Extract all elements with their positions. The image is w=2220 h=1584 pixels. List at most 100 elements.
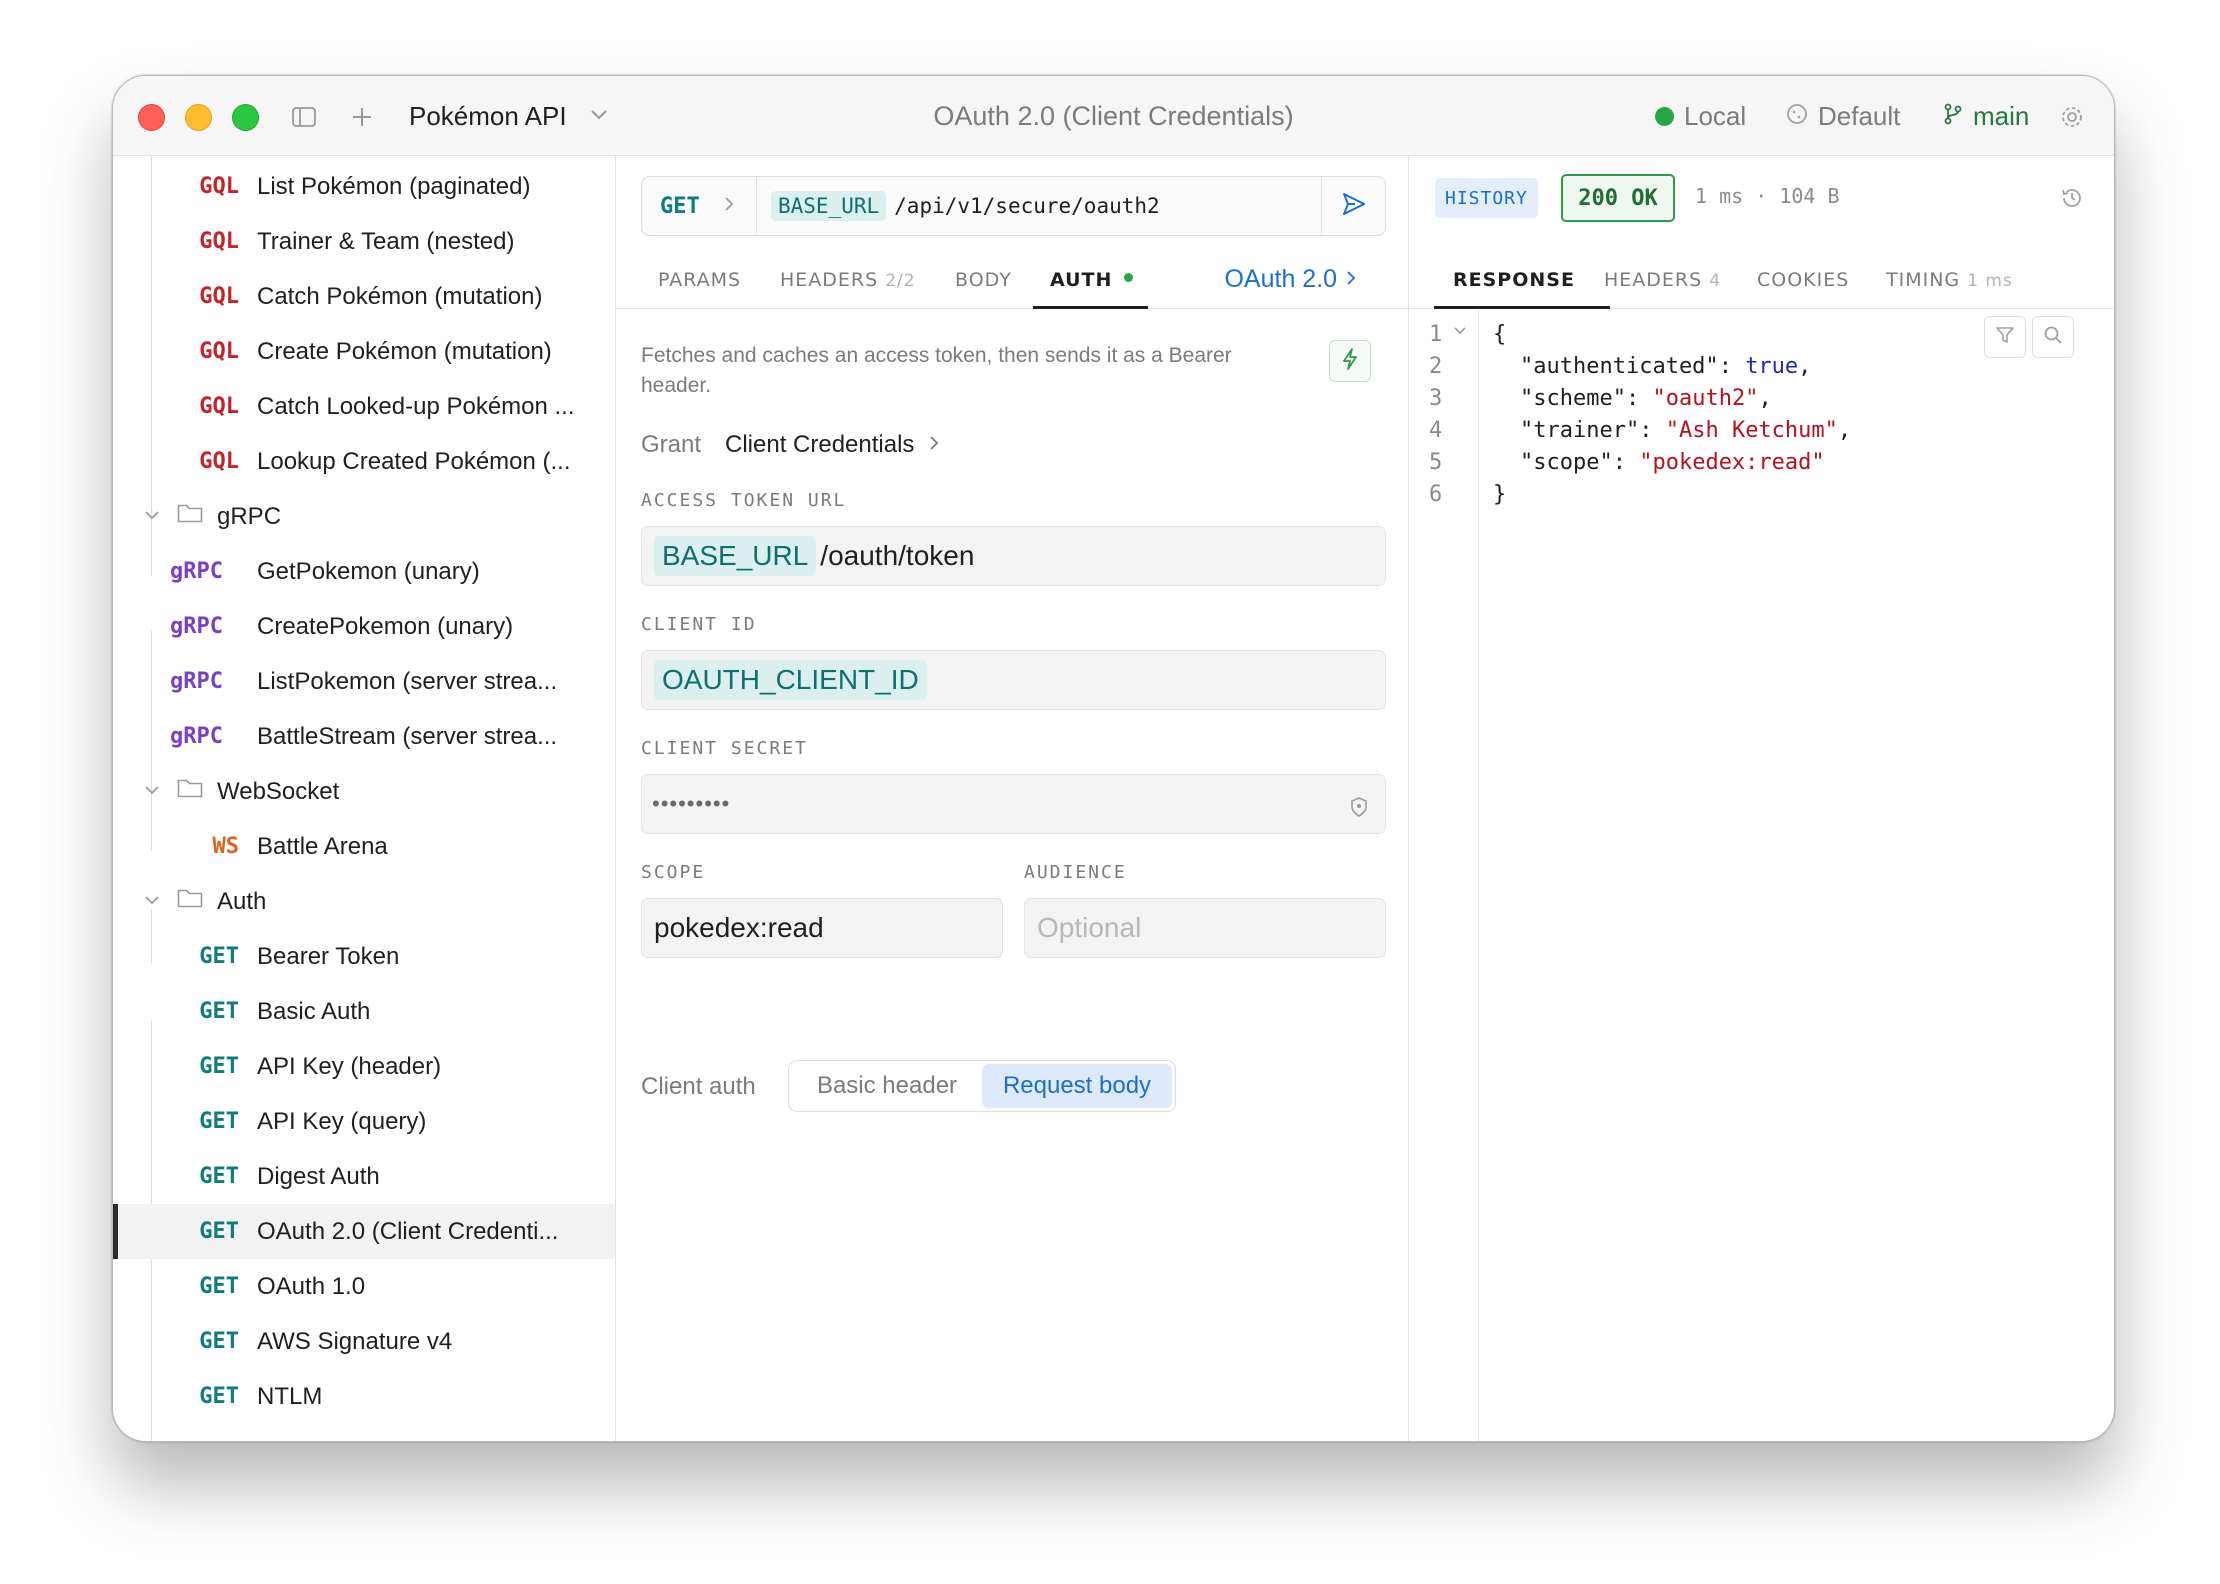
chevron-right-icon[interactable] bbox=[722, 195, 736, 218]
tab-timing[interactable]: TIMING 1 ms bbox=[1886, 269, 2013, 291]
method-badge: GET bbox=[199, 1109, 239, 1134]
sidebar-item-trainer-team[interactable]: GQL Trainer & Team (nested) bbox=[113, 214, 615, 269]
sidebar-item-api-key-header[interactable]: GET API Key (header) bbox=[113, 1039, 615, 1094]
sidebar-folder-grpc[interactable]: gRPC bbox=[113, 489, 615, 544]
sidebar-item-lookup-created[interactable]: GQL Lookup Created Pokémon (... bbox=[113, 434, 615, 489]
sidebar-item-battle-arena[interactable]: WS Battle Arena bbox=[113, 819, 615, 874]
method-badge: GQL bbox=[199, 284, 239, 309]
method-badge: GQL bbox=[199, 339, 239, 364]
tab-count: 1 ms bbox=[1967, 271, 2013, 291]
chevron-down-icon[interactable] bbox=[143, 888, 161, 916]
sidebar-item-bearer-token[interactable]: GET Bearer Token bbox=[113, 929, 615, 984]
sidebar-item-label: Lookup Created Pokémon (... bbox=[257, 447, 571, 475]
client-id-input[interactable]: OAUTH_CLIENT_ID bbox=[641, 650, 1386, 710]
fetch-token-button[interactable] bbox=[1329, 340, 1371, 382]
json-key: "trainer" bbox=[1520, 418, 1640, 443]
access-token-url-input[interactable]: BASE_URL /oauth/token bbox=[641, 526, 1386, 586]
method-selector[interactable]: GET bbox=[642, 194, 722, 219]
option-basic-header[interactable]: Basic header bbox=[792, 1064, 982, 1108]
line-number: 4 bbox=[1429, 418, 1443, 443]
sidebar-item-api-key-query[interactable]: GET API Key (query) bbox=[113, 1094, 615, 1149]
option-request-body[interactable]: Request body bbox=[982, 1064, 1172, 1108]
code-line: { bbox=[1493, 322, 1506, 347]
tab-cookies[interactable]: COOKIES bbox=[1757, 269, 1849, 291]
method-badge: GET bbox=[199, 1054, 239, 1079]
scope-input[interactable]: pokedex:read bbox=[641, 898, 1003, 958]
sidebar-item-ntlm[interactable]: GET NTLM bbox=[113, 1369, 615, 1424]
filter-icon bbox=[1995, 325, 2015, 350]
url-path[interactable]: /api/v1/secure/oauth2 bbox=[894, 194, 1160, 218]
send-icon bbox=[1341, 191, 1367, 222]
sidebar-item-catch-looked-up[interactable]: GQL Catch Looked-up Pokémon ... bbox=[113, 379, 615, 434]
grant-selector[interactable]: Client Credentials bbox=[725, 431, 941, 459]
json-value: "pokedex:read" bbox=[1639, 450, 1825, 475]
client-secret-input[interactable]: ••••••••• bbox=[641, 774, 1386, 834]
sidebar-item-catch-pokemon[interactable]: GQL Catch Pokémon (mutation) bbox=[113, 269, 615, 324]
history-button[interactable]: HISTORY bbox=[1435, 178, 1538, 218]
method-badge: GQL bbox=[199, 449, 239, 474]
sidebar-folder-auth[interactable]: Auth bbox=[113, 874, 615, 929]
auth-type-selector[interactable]: OAuth 2.0 bbox=[1224, 265, 1358, 294]
sidebar-item-label: AWS Signature v4 bbox=[257, 1327, 453, 1355]
method-badge: GET bbox=[199, 1164, 239, 1189]
response-pane: HISTORY 200 OK 1 ms · 104 B RESPONSE HEA… bbox=[1409, 156, 2114, 1441]
sidebar-item-create-pokemon[interactable]: GQL Create Pokémon (mutation) bbox=[113, 324, 615, 379]
client-id-variable: OAUTH_CLIENT_ID bbox=[654, 660, 927, 700]
fold-chevron-icon[interactable] bbox=[1453, 324, 1467, 343]
folder-label: WebSocket bbox=[217, 777, 340, 805]
sidebar-folder-websocket[interactable]: WebSocket bbox=[113, 764, 615, 819]
history-clock-icon[interactable] bbox=[2060, 186, 2084, 215]
code-line: "scheme": "oauth2", bbox=[1520, 386, 1772, 411]
method-badge: GET bbox=[199, 1384, 239, 1409]
sidebar-item-battlestream[interactable]: gRPC BattleStream (server strea... bbox=[113, 709, 615, 764]
response-meta: 1 ms · 104 B bbox=[1695, 184, 1840, 208]
json-key: "scheme" bbox=[1520, 386, 1626, 411]
sidebar-item-label: BattleStream (server strea... bbox=[257, 722, 558, 750]
filter-button[interactable] bbox=[1984, 316, 2026, 358]
branch-selector[interactable]: main bbox=[1943, 101, 2029, 132]
chevron-down-icon[interactable] bbox=[143, 503, 161, 531]
title-bar: Pokémon API OAuth 2.0 (Client Credential… bbox=[113, 76, 2114, 156]
tab-headers[interactable]: HEADERS 2/2 bbox=[780, 269, 916, 291]
active-tab-indicator bbox=[1434, 306, 1610, 309]
sidebar-item-getpokemon[interactable]: gRPC GetPokemon (unary) bbox=[113, 544, 615, 599]
method-badge: gRPC bbox=[170, 724, 223, 749]
method-badge: gRPC bbox=[170, 614, 223, 639]
tab-response[interactable]: RESPONSE bbox=[1453, 269, 1575, 291]
folder-icon bbox=[177, 887, 203, 916]
profile-selector[interactable]: Default bbox=[1786, 101, 1900, 132]
sidebar-item-aws-signature[interactable]: GET AWS Signature v4 bbox=[113, 1314, 615, 1369]
sidebar-item-digest-auth[interactable]: GET Digest Auth bbox=[113, 1149, 615, 1204]
git-branch-icon bbox=[1943, 101, 1963, 132]
folder-label: gRPC bbox=[217, 502, 282, 530]
tab-auth[interactable]: AUTH bbox=[1050, 269, 1134, 291]
scope-value: pokedex:read bbox=[654, 912, 824, 943]
shield-icon[interactable] bbox=[1349, 793, 1369, 825]
auth-type-label: OAuth 2.0 bbox=[1224, 265, 1338, 293]
sidebar-item-listpokemon[interactable]: gRPC ListPokemon (server strea... bbox=[113, 654, 615, 709]
audience-input[interactable]: Optional bbox=[1024, 898, 1386, 958]
tab-count: 4 bbox=[1709, 271, 1722, 291]
tab-body[interactable]: BODY bbox=[955, 269, 1012, 291]
sidebar-item-list-pokemon[interactable]: GQL List Pokémon (paginated) bbox=[113, 159, 615, 214]
search-button[interactable] bbox=[2032, 316, 2074, 358]
url-bar[interactable]: GET BASE_URL /api/v1/secure/oauth2 bbox=[641, 176, 1386, 236]
sidebar-item-label: API Key (query) bbox=[257, 1107, 427, 1135]
url-variable[interactable]: BASE_URL bbox=[771, 191, 887, 221]
branch-label: main bbox=[1973, 101, 2030, 131]
chevron-down-icon[interactable] bbox=[143, 778, 161, 806]
folder-label: Auth bbox=[217, 887, 267, 915]
sidebar-item-oauth2[interactable]: GET OAuth 2.0 (Client Credenti... bbox=[113, 1204, 615, 1259]
sidebar-item-oauth1[interactable]: GET OAuth 1.0 bbox=[113, 1259, 615, 1314]
sidebar-item-label: NTLM bbox=[257, 1382, 323, 1410]
tab-params[interactable]: PARAMS bbox=[658, 269, 741, 291]
environment-selector[interactable]: Local bbox=[1655, 101, 1746, 132]
audience-label: AUDIENCE bbox=[1024, 862, 1127, 883]
send-button[interactable] bbox=[1321, 177, 1385, 235]
tab-response-headers[interactable]: HEADERS 4 bbox=[1604, 269, 1721, 291]
sidebar-item-label: API Key (header) bbox=[257, 1052, 442, 1080]
settings-gear-icon[interactable] bbox=[2055, 100, 2089, 134]
sidebar-item-createpokemon[interactable]: gRPC CreatePokemon (unary) bbox=[113, 599, 615, 654]
sidebar-item-basic-auth[interactable]: GET Basic Auth bbox=[113, 984, 615, 1039]
method-badge: gRPC bbox=[170, 559, 223, 584]
